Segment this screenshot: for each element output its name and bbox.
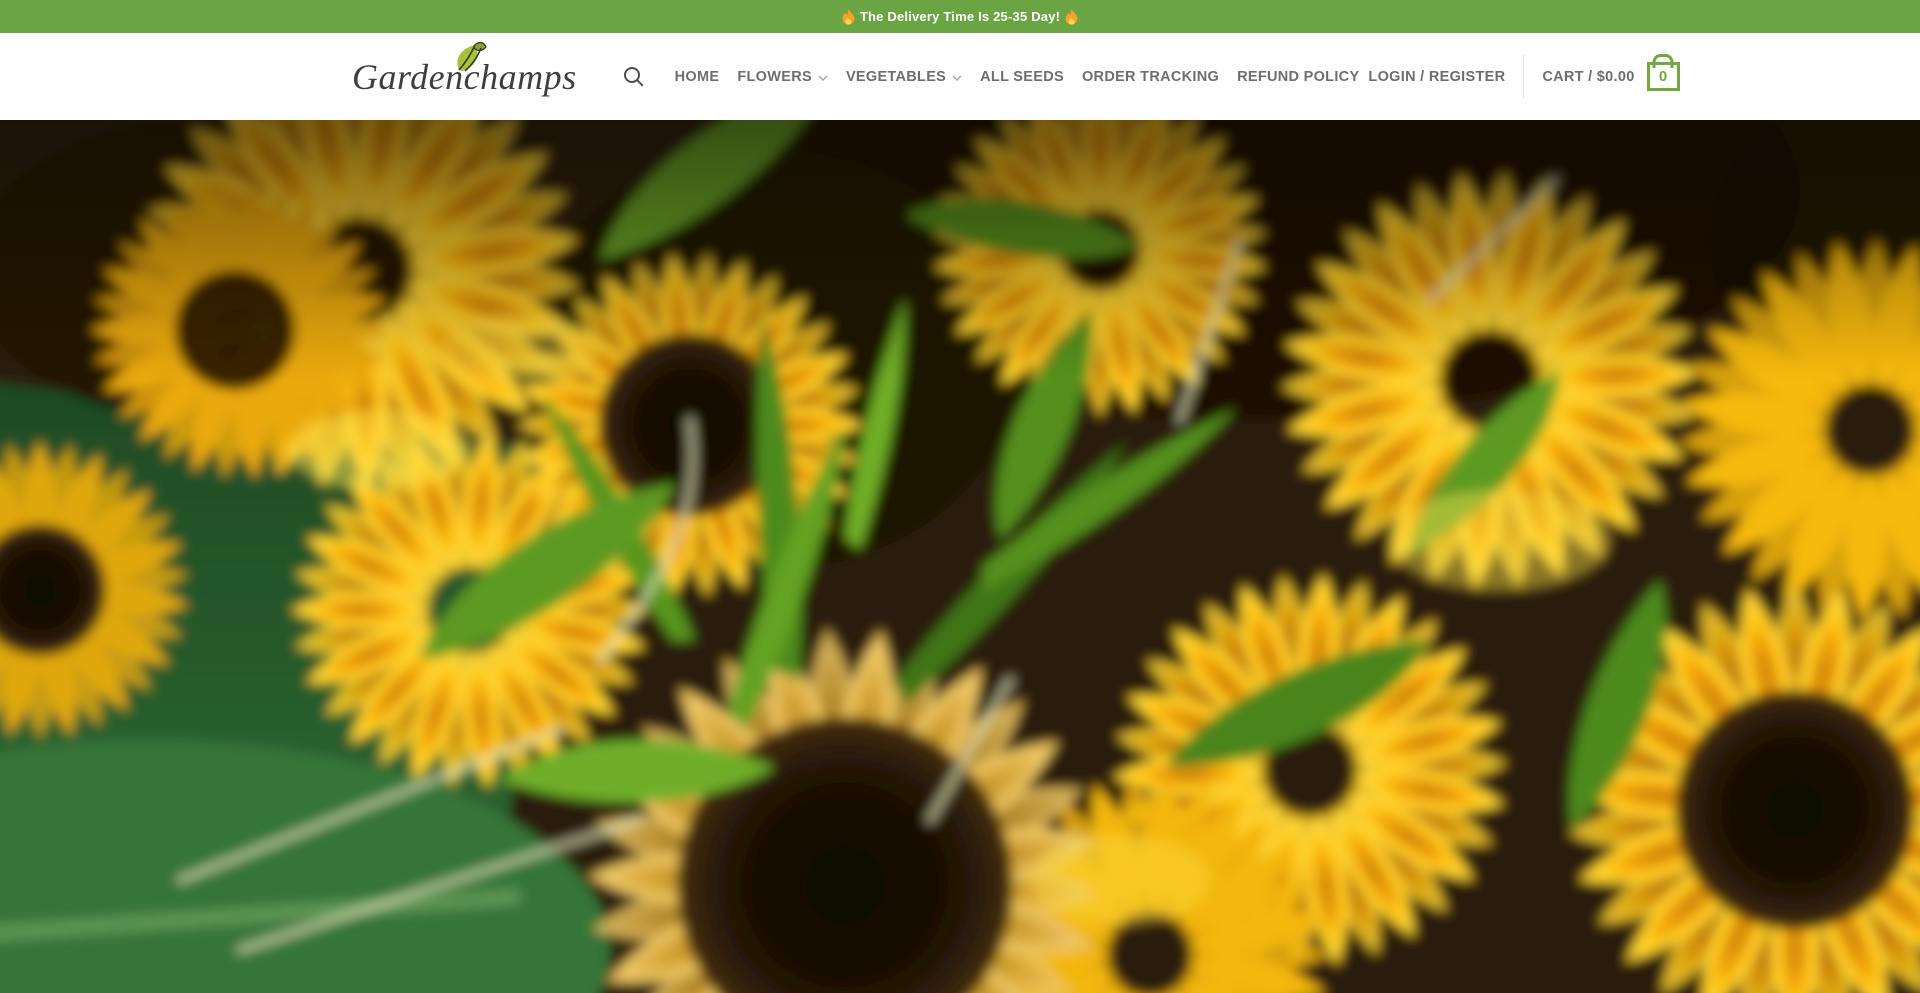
nav-item-label: ORDER TRACKING (1082, 69, 1219, 85)
cart-bag-icon: 0 (1647, 62, 1680, 91)
leaf-icon (450, 41, 488, 80)
header-right: LOGIN / REGISTER CART / $0.00 0 (1368, 55, 1679, 99)
fire-icon (842, 9, 855, 25)
cart-label: CART / $0.00 (1542, 69, 1634, 85)
nav-item-home[interactable]: HOME (666, 69, 729, 85)
login-register-link[interactable]: LOGIN / REGISTER (1368, 69, 1505, 85)
sunflowers-illustration (0, 120, 1920, 993)
cart-link[interactable]: CART / $0.00 0 (1542, 62, 1679, 91)
nav-item-refund-policy[interactable]: REFUND POLICY (1228, 69, 1368, 85)
nav-item-order-tracking[interactable]: ORDER TRACKING (1073, 69, 1228, 85)
nav-item-vegetables[interactable]: VEGETABLES (837, 69, 971, 85)
logo[interactable]: Gardenchamps (352, 56, 577, 98)
search-icon[interactable] (623, 66, 644, 87)
main-nav: HOME FLOWERS VEGETABLES ALL SEEDS (666, 69, 1369, 85)
header-container: Gardenchamps HOME FLOWERS (352, 33, 1568, 120)
nav-item-label: ALL SEEDS (980, 69, 1064, 85)
fire-icon (1065, 9, 1078, 25)
page: The Delivery Time Is 25-35 Day! Gar (0, 0, 1920, 993)
cart-count-badge: 0 (1659, 69, 1667, 84)
nav-item-label: VEGETABLES (846, 69, 946, 85)
nav-item-label: HOME (675, 69, 720, 85)
nav-item-label: REFUND POLICY (1237, 69, 1359, 85)
chevron-down-icon (818, 75, 828, 81)
hero-image (0, 120, 1920, 993)
header-divider (1523, 55, 1524, 99)
nav-item-all-seeds[interactable]: ALL SEEDS (971, 69, 1073, 85)
nav-item-label: FLOWERS (737, 69, 812, 85)
site-header: Gardenchamps HOME FLOWERS (0, 33, 1920, 120)
chevron-down-icon (952, 75, 962, 81)
nav-item-flowers[interactable]: FLOWERS (728, 69, 837, 85)
announcement-bar: The Delivery Time Is 25-35 Day! (0, 0, 1920, 33)
announcement-text: The Delivery Time Is 25-35 Day! (860, 9, 1060, 24)
